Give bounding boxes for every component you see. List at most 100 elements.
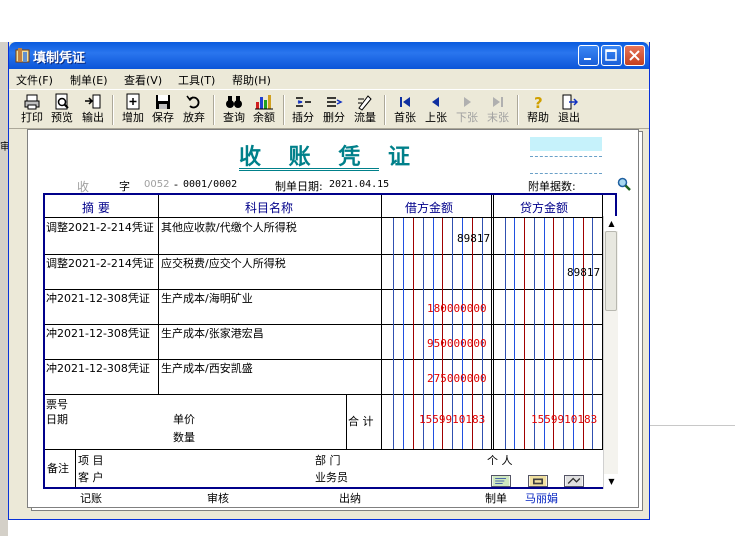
zi-label: 字 (119, 180, 130, 193)
folder-icon[interactable] (528, 475, 548, 487)
price-label: 单价 (173, 413, 195, 426)
grid-scrollbar[interactable]: ▲ ▼ (603, 216, 619, 489)
prev-button[interactable]: 上张 (421, 93, 451, 127)
digit-column-line (524, 218, 525, 449)
menu-help[interactable]: 帮助(H) (232, 72, 271, 88)
attachment-icon[interactable] (564, 475, 584, 487)
menu-view[interactable]: 查看(V) (124, 72, 162, 88)
export-button[interactable]: 输出 (78, 93, 108, 127)
next-button[interactable]: 下张 (452, 93, 482, 127)
debit-header: 借方金额 (405, 201, 454, 215)
delete-entry-button[interactable]: 删分 (319, 93, 349, 127)
voucher-number: 0001/0002 (183, 179, 238, 190)
preview-button[interactable]: 预览 (47, 93, 77, 127)
maximize-button[interactable] (601, 45, 622, 66)
total-label: 合 计 (348, 415, 374, 428)
add-icon (126, 93, 140, 110)
menu-voucher[interactable]: 制单(E) (70, 72, 108, 88)
next-icon (464, 97, 471, 107)
column-divider (493, 195, 494, 449)
digit-column-line (413, 218, 414, 449)
digit-column-line (393, 218, 394, 449)
row-summary[interactable]: 冲2021-12-308凭证 (46, 325, 150, 341)
total-debit: 1559910183 (419, 413, 486, 426)
discard-button[interactable]: 放弃 (179, 93, 209, 127)
preview-icon (55, 93, 69, 110)
header-divider (45, 217, 615, 218)
date-row-label: 日期 (46, 413, 68, 426)
row-debit[interactable]: 89817 (457, 232, 490, 245)
row-account[interactable]: 生产成本/西安凯盛 (161, 360, 253, 376)
last-label: 末张 (487, 111, 509, 124)
help-button[interactable]: ? 帮助 (523, 93, 553, 127)
row-summary[interactable]: 冲2021-12-308凭证 (46, 290, 150, 306)
first-icon (400, 97, 410, 107)
row-account[interactable]: 应交税费/应交个人所得税 (161, 255, 286, 271)
person-label: 个 人 (487, 454, 513, 467)
bookkeeping-label: 记账 (80, 492, 102, 505)
row-debit[interactable]: 950000000 (427, 337, 487, 350)
digit-column-line (514, 218, 515, 449)
row-summary[interactable]: 调整2021-2-214凭证 (46, 255, 154, 271)
discard-label: 放弃 (183, 111, 205, 124)
voucher-date[interactable]: 2021.04.15 (329, 179, 389, 190)
voucher-flag-field[interactable] (530, 137, 602, 151)
first-button[interactable]: 首张 (390, 93, 420, 127)
dashed-line (530, 156, 602, 157)
menu-tools[interactable]: 工具(T) (178, 72, 215, 88)
minimize-button[interactable] (578, 45, 599, 66)
maker-label: 制单 (485, 492, 507, 505)
column-divider (381, 195, 382, 449)
total-label-divider (346, 394, 347, 449)
row-account[interactable]: 生产成本/海明矿业 (161, 290, 253, 306)
exit-label: 退出 (558, 111, 580, 124)
minimize-icon (584, 58, 591, 60)
row-account[interactable]: 生产成本/张家港宏昌 (161, 325, 264, 341)
cash-flow-label: 流量 (354, 111, 376, 124)
exit-icon (562, 94, 578, 110)
row-debit[interactable]: 275000000 (427, 372, 487, 385)
voucher-number-dash: - (174, 178, 178, 191)
exit-button[interactable]: 退出 (554, 93, 584, 127)
printer-icon (24, 94, 40, 110)
desktop-area-right (650, 42, 735, 536)
search-icon[interactable] (617, 177, 631, 191)
row-account[interactable]: 其他应收款/代缴个人所得税 (161, 219, 297, 235)
row-summary[interactable]: 调整2021-2-214凭证 (46, 219, 154, 235)
scroll-up-button[interactable]: ▲ (604, 216, 619, 231)
last-icon (493, 97, 503, 107)
title-underline (239, 168, 379, 171)
toolbar: 打印 预览 输出 增加 保存 放弃 查询 余额 插分 删分 流量 首张 上张 下… (9, 89, 649, 129)
delete-row-icon (327, 97, 343, 107)
flow-icon (358, 95, 372, 111)
balance-button[interactable]: 余额 (249, 93, 279, 127)
export-icon (85, 94, 101, 109)
row-summary[interactable]: 冲2021-12-308凭证 (46, 360, 150, 376)
cash-flow-button[interactable]: 流量 (350, 93, 380, 127)
date-label: 制单日期: (275, 180, 323, 193)
scroll-down-button[interactable]: ▼ (604, 474, 619, 489)
maximize-icon (605, 49, 617, 61)
insert-entry-button[interactable]: 插分 (288, 93, 318, 127)
row-credit[interactable]: 89817 (567, 266, 600, 279)
desktop-area (0, 0, 735, 42)
card-icon[interactable] (491, 475, 511, 487)
audit-label: 审核 (207, 492, 229, 505)
scroll-thumb[interactable] (605, 231, 617, 311)
close-icon (629, 50, 640, 61)
save-button[interactable]: 保存 (148, 93, 178, 127)
department-label: 部 门 (315, 454, 341, 467)
bar-chart-icon (255, 95, 273, 110)
row-debit[interactable]: 180000000 (427, 302, 487, 315)
menu-file[interactable]: 文件(F) (16, 72, 53, 88)
last-button[interactable]: 末张 (483, 93, 513, 127)
summary-header: 摘 要 (82, 201, 110, 215)
app-icon (15, 48, 30, 63)
background-divider (650, 425, 735, 426)
account-header: 科目名称 (245, 201, 294, 215)
column-divider (158, 195, 159, 395)
title-bar[interactable]: 填制凭证 (9, 42, 649, 69)
dashed-line (530, 173, 602, 174)
close-button[interactable] (624, 45, 645, 66)
digit-column-line (505, 218, 506, 449)
